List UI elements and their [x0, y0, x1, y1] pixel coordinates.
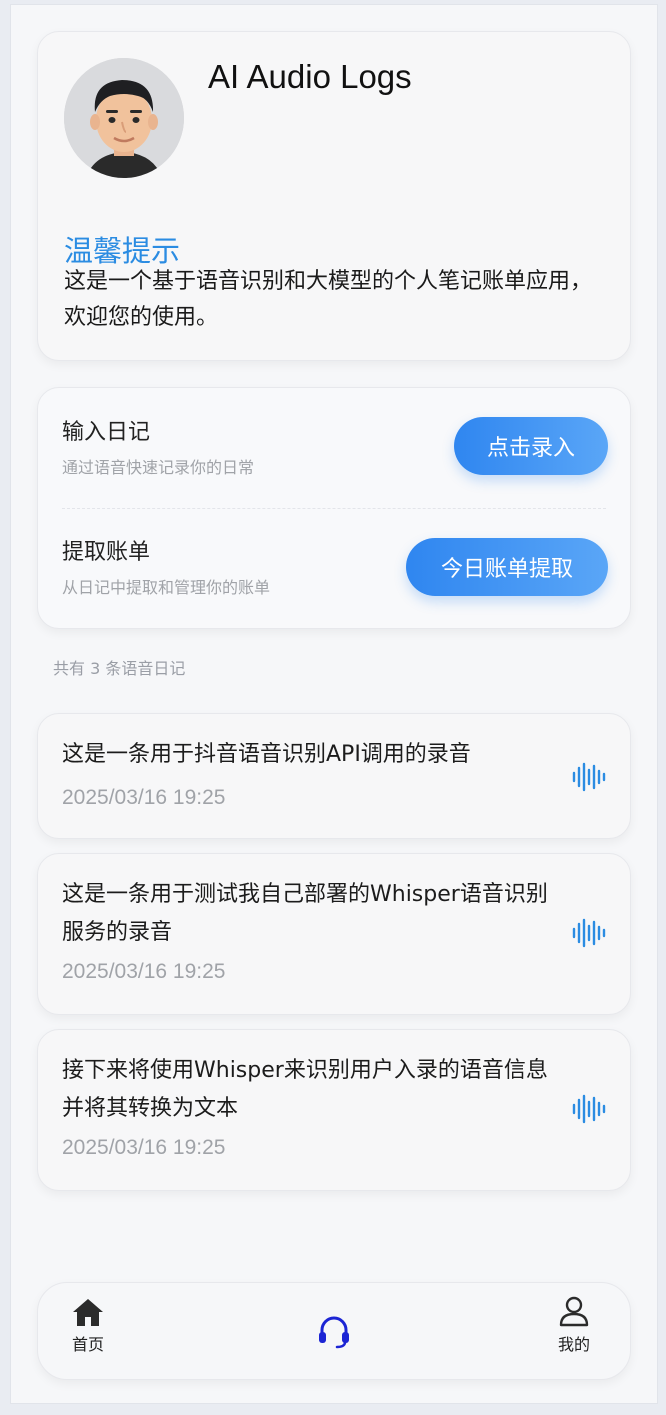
avatar[interactable]	[64, 58, 184, 178]
diary-title: 输入日记	[62, 420, 151, 445]
log-time: 2025/03/16 19:25	[62, 786, 226, 809]
bottom-nav: 首页 我的	[37, 1282, 631, 1380]
tip-body: 这是一个基于语音识别和大模型的个人笔记账单应用，欢迎您的使用。	[64, 269, 593, 330]
actions-divider	[62, 508, 606, 509]
extract-bill-button[interactable]: 今日账单提取	[406, 538, 608, 596]
log-time: 2025/03/16 19:25	[62, 960, 226, 983]
audio-wave-icon[interactable]	[572, 918, 606, 948]
nav-home[interactable]: 首页	[72, 1297, 104, 1355]
log-time: 2025/03/16 19:25	[62, 1136, 226, 1159]
nav-center[interactable]	[316, 1313, 352, 1349]
log-item[interactable]: 接下来将使用Whisper来识别用户入录的语音信息 并将其转换为文本 2025/…	[37, 1029, 631, 1191]
profile-card: AI Audio Logs 温馨提示 这是一个基于语音识别和大模型的个人笔记账单…	[37, 31, 631, 361]
nav-me-label: 我的	[558, 1335, 591, 1354]
log-count: 共有 3 条语音日记	[53, 659, 186, 678]
log-text: 这是一条用于测试我自己部署的Whisper语音识别服务的录音	[62, 882, 548, 945]
app-title: AI Audio Logs	[208, 58, 412, 95]
bill-title: 提取账单	[62, 540, 151, 565]
log-item[interactable]: 这是一条用于测试我自己部署的Whisper语音识别服务的录音 2025/03/1…	[37, 853, 631, 1015]
home-icon	[73, 1299, 103, 1326]
diary-subtitle: 通过语音快速记录你的日常	[62, 458, 255, 477]
record-button[interactable]: 点击录入	[454, 417, 608, 475]
log-text: 这是一条用于抖音语音识别API调用的录音	[62, 742, 471, 767]
nav-me[interactable]: 我的	[558, 1295, 590, 1355]
actions-card: 输入日记 通过语音快速记录你的日常 点击录入 提取账单 从日记中提取和管理你的账…	[37, 387, 631, 629]
nav-home-label: 首页	[72, 1335, 105, 1354]
avatar-image	[64, 58, 184, 178]
audio-wave-icon[interactable]	[572, 762, 606, 792]
user-icon	[559, 1296, 589, 1327]
audio-wave-icon[interactable]	[572, 1094, 606, 1124]
log-item[interactable]: 这是一条用于抖音语音识别API调用的录音 2025/03/16 19:25	[37, 713, 631, 839]
log-text: 接下来将使用Whisper来识别用户入录的语音信息 并将其转换为文本	[62, 1058, 548, 1121]
headset-icon	[319, 1316, 349, 1349]
app-frame: AI Audio Logs 温馨提示 这是一个基于语音识别和大模型的个人笔记账单…	[10, 4, 658, 1404]
bill-subtitle: 从日记中提取和管理你的账单	[62, 578, 271, 597]
